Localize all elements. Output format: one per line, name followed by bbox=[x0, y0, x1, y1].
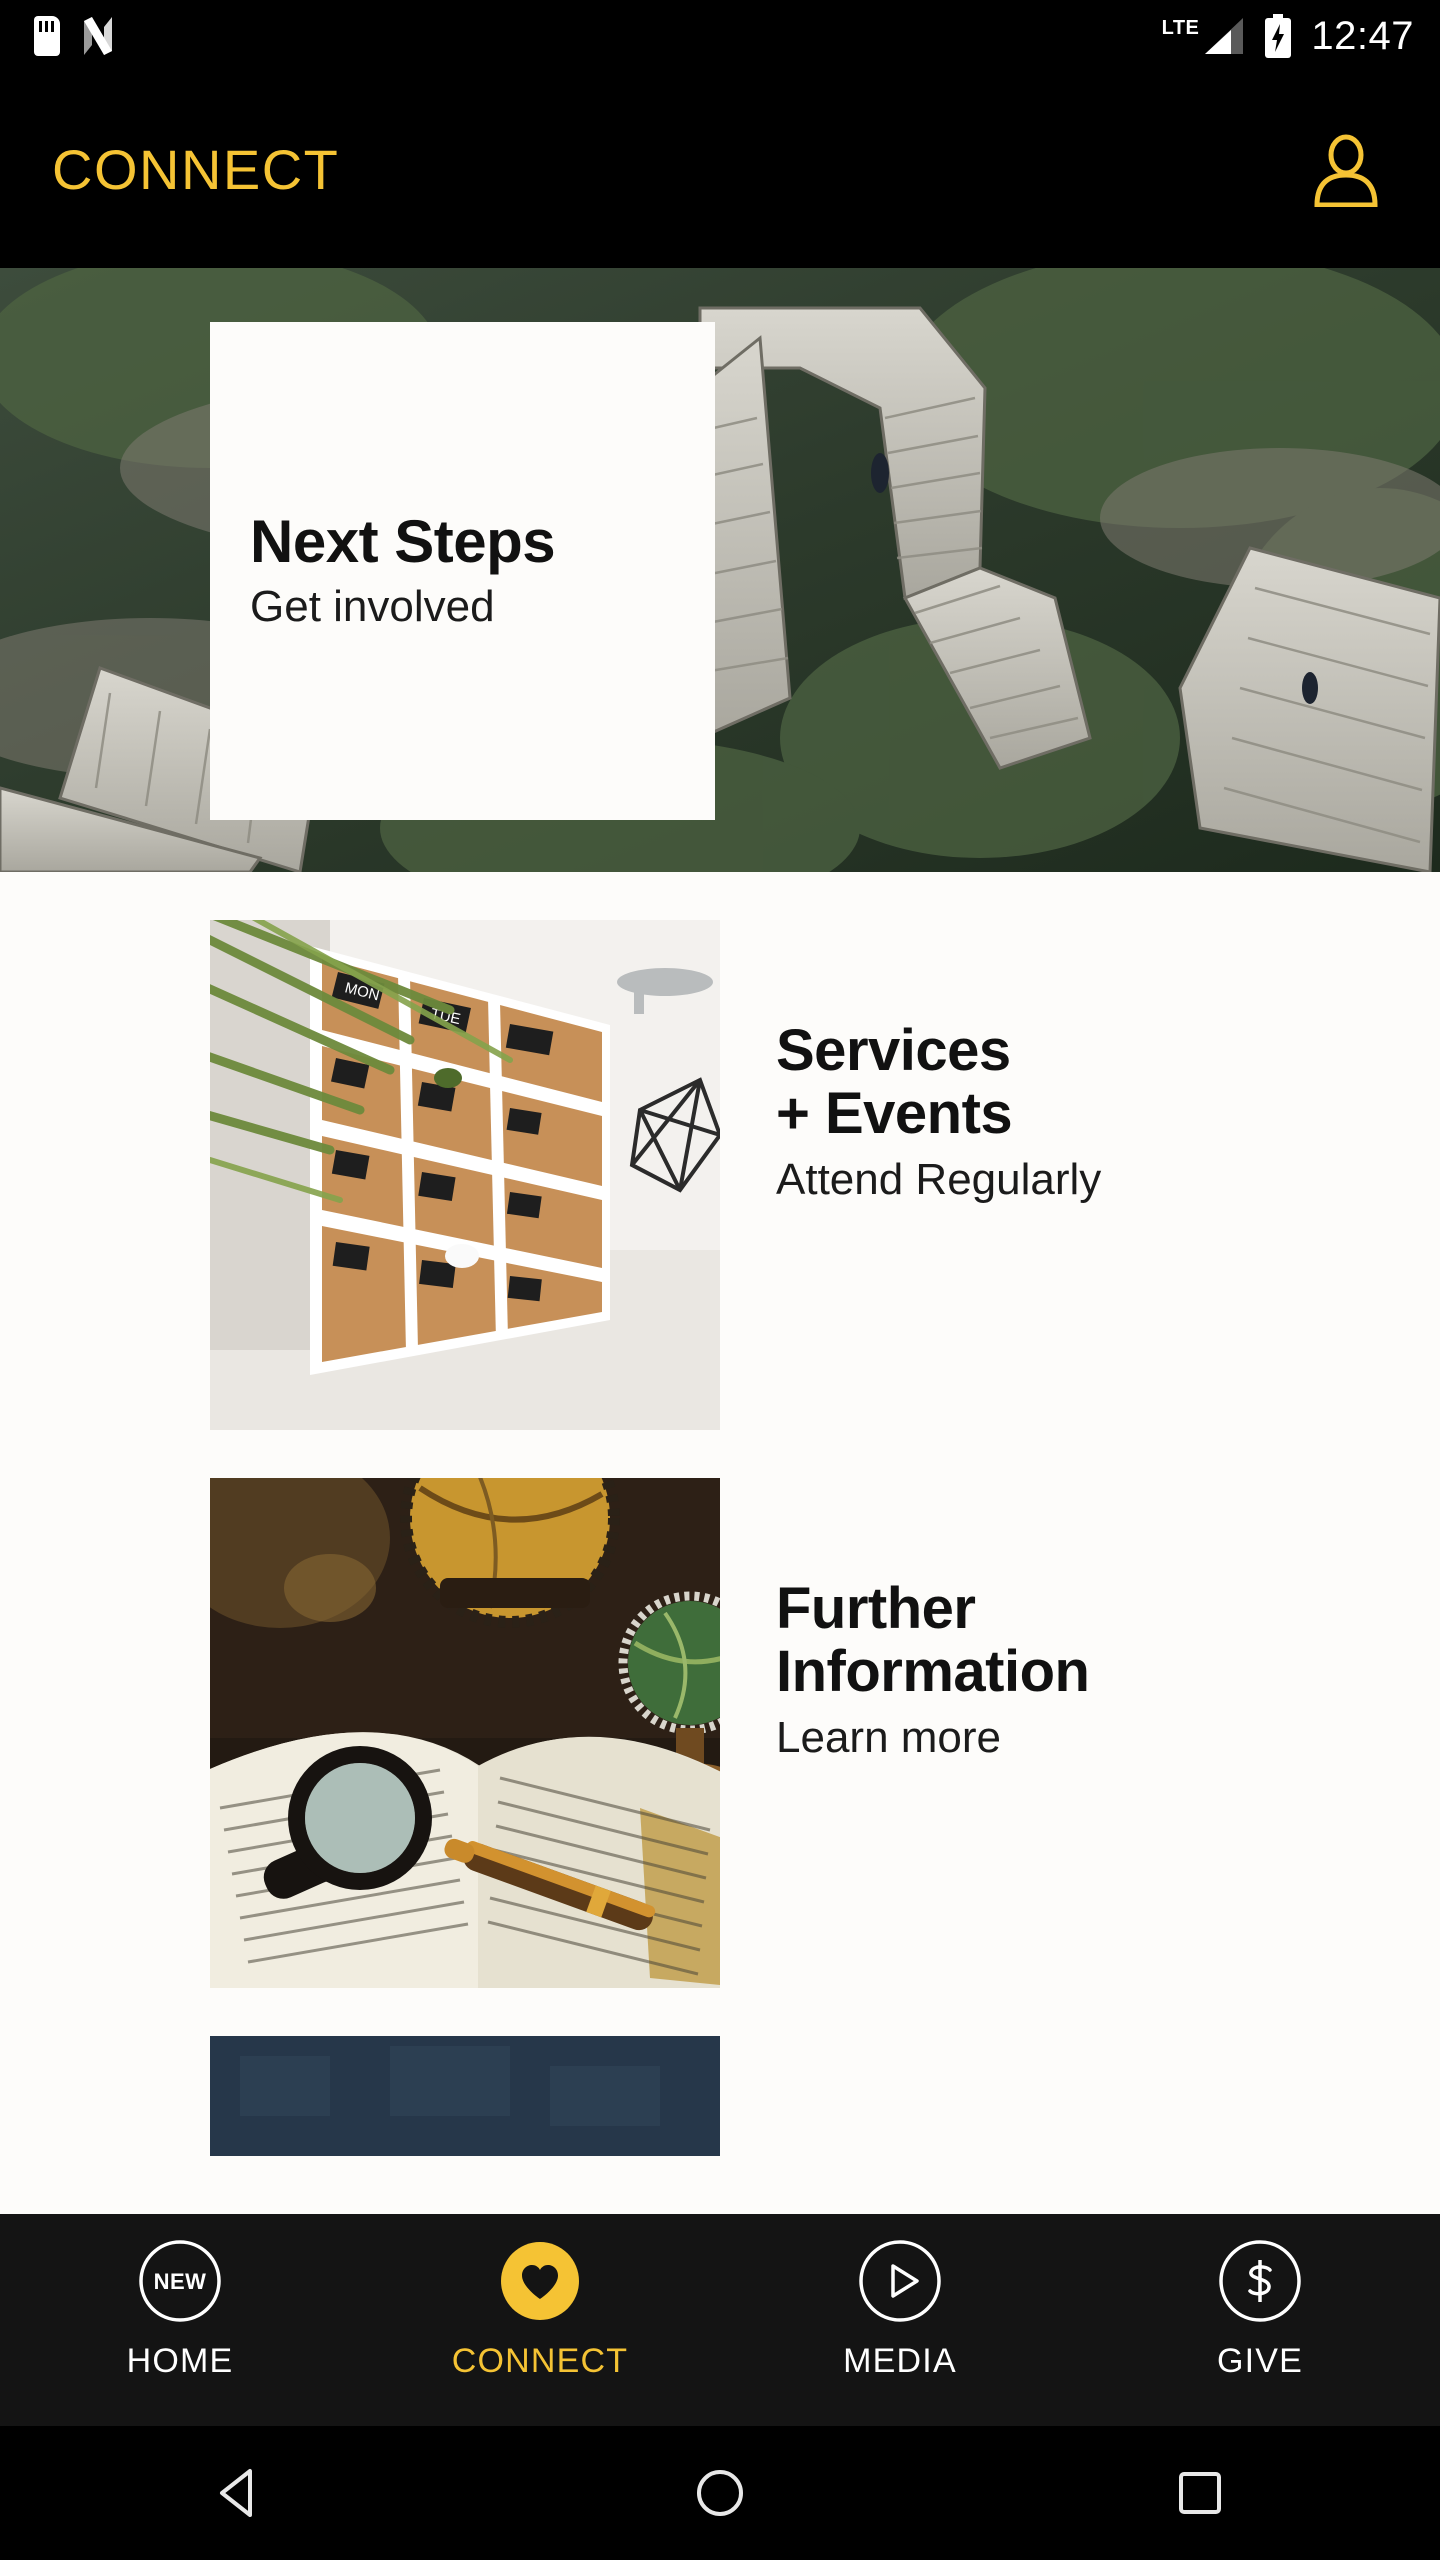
status-bar: LTE 12:47 bbox=[0, 0, 1440, 72]
new-badge-circle-icon: NEW bbox=[135, 2236, 225, 2326]
nova-launcher-icon bbox=[84, 17, 112, 55]
tab-media-label: MEDIA bbox=[843, 2342, 957, 2380]
dollar-circle-icon bbox=[1215, 2236, 1305, 2326]
tab-connect-label: CONNECT bbox=[451, 2342, 629, 2380]
list-item-subtitle: Attend Regularly bbox=[776, 1155, 1102, 1205]
list-item-title-line2: Information bbox=[776, 1638, 1090, 1704]
app-bar: CONNECT bbox=[0, 72, 1440, 268]
tab-home[interactable]: NEW HOME bbox=[0, 2214, 360, 2381]
tab-give[interactable]: GIVE bbox=[1080, 2214, 1440, 2381]
list-item-title-line1: Further bbox=[776, 1576, 976, 1641]
list-item-thumbnail: MON TUE bbox=[210, 920, 720, 1430]
list-item-text: Services + Events Attend Regularly bbox=[720, 920, 1101, 1206]
list-item-title: Services + Events bbox=[776, 1018, 1101, 1146]
tab-connect[interactable]: CONNECT bbox=[360, 2214, 720, 2381]
list-item-thumbnail bbox=[210, 2036, 720, 2156]
list-item-subtitle: Learn more bbox=[776, 1713, 1002, 1763]
list-item[interactable]: Further Information Learn more bbox=[0, 1430, 1440, 1988]
svg-text:NEW: NEW bbox=[154, 2269, 207, 2294]
back-button[interactable] bbox=[0, 2461, 480, 2525]
tab-home-label: HOME bbox=[126, 2342, 234, 2380]
scroll-content[interactable]: Next Steps Get involved MON TUE Services… bbox=[0, 268, 1440, 2214]
book-magnifier-image bbox=[210, 1478, 720, 1988]
back-triangle-icon bbox=[220, 2469, 252, 2517]
list-item-title-line1: Services bbox=[776, 1018, 1011, 1083]
app-title: CONNECT bbox=[52, 138, 340, 201]
tab-give-label: GIVE bbox=[1216, 2342, 1304, 2380]
bottom-tab-bar: NEW HOME CONNECT MEDIA GIVE bbox=[0, 2214, 1440, 2426]
app-root: LTE 12:47 CONNECT Next Steps Get involve… bbox=[0, 0, 1440, 2560]
recents-button[interactable] bbox=[960, 2461, 1440, 2525]
recents-square-icon bbox=[1179, 2472, 1221, 2514]
status-bar-clock: 12:47 bbox=[1311, 13, 1414, 58]
list-item-title-line2: + Events bbox=[776, 1080, 1013, 1146]
status-bar-right-icons: LTE 12:47 bbox=[1162, 14, 1414, 59]
home-circle-icon bbox=[697, 2470, 743, 2516]
hero-card-next-steps[interactable]: Next Steps Get involved bbox=[0, 268, 1440, 872]
list-item-title: Further Information bbox=[776, 1576, 1090, 1704]
lte-label: LTE bbox=[1161, 17, 1200, 39]
sd-card-icon bbox=[34, 16, 60, 56]
list-item-text bbox=[720, 2036, 776, 2136]
hero-text-card: Next Steps Get involved bbox=[210, 322, 715, 820]
status-bar-left-icons bbox=[34, 16, 114, 56]
dark-navy-image bbox=[210, 2036, 720, 2156]
list-item[interactable] bbox=[0, 1988, 1440, 2156]
battery-charging-icon bbox=[1265, 14, 1292, 58]
hero-subtitle: Get involved bbox=[250, 582, 495, 632]
system-navigation-bar bbox=[0, 2426, 1440, 2560]
profile-button[interactable] bbox=[1298, 122, 1394, 218]
person-icon bbox=[1314, 134, 1378, 207]
heart-circle-icon bbox=[495, 2236, 585, 2326]
list-item-text: Further Information Learn more bbox=[720, 1478, 1090, 1764]
list-item-thumbnail bbox=[210, 1478, 720, 1988]
tab-media[interactable]: MEDIA bbox=[720, 2214, 1080, 2381]
hero-title: Next Steps bbox=[250, 508, 556, 576]
play-circle-icon bbox=[855, 2236, 945, 2326]
home-button[interactable] bbox=[480, 2461, 960, 2525]
lte-signal-icon: LTE bbox=[1162, 16, 1246, 56]
calendar-board-image: MON TUE bbox=[210, 920, 720, 1430]
list-item[interactable]: MON TUE Services + Events Attend Regular… bbox=[0, 872, 1440, 1430]
